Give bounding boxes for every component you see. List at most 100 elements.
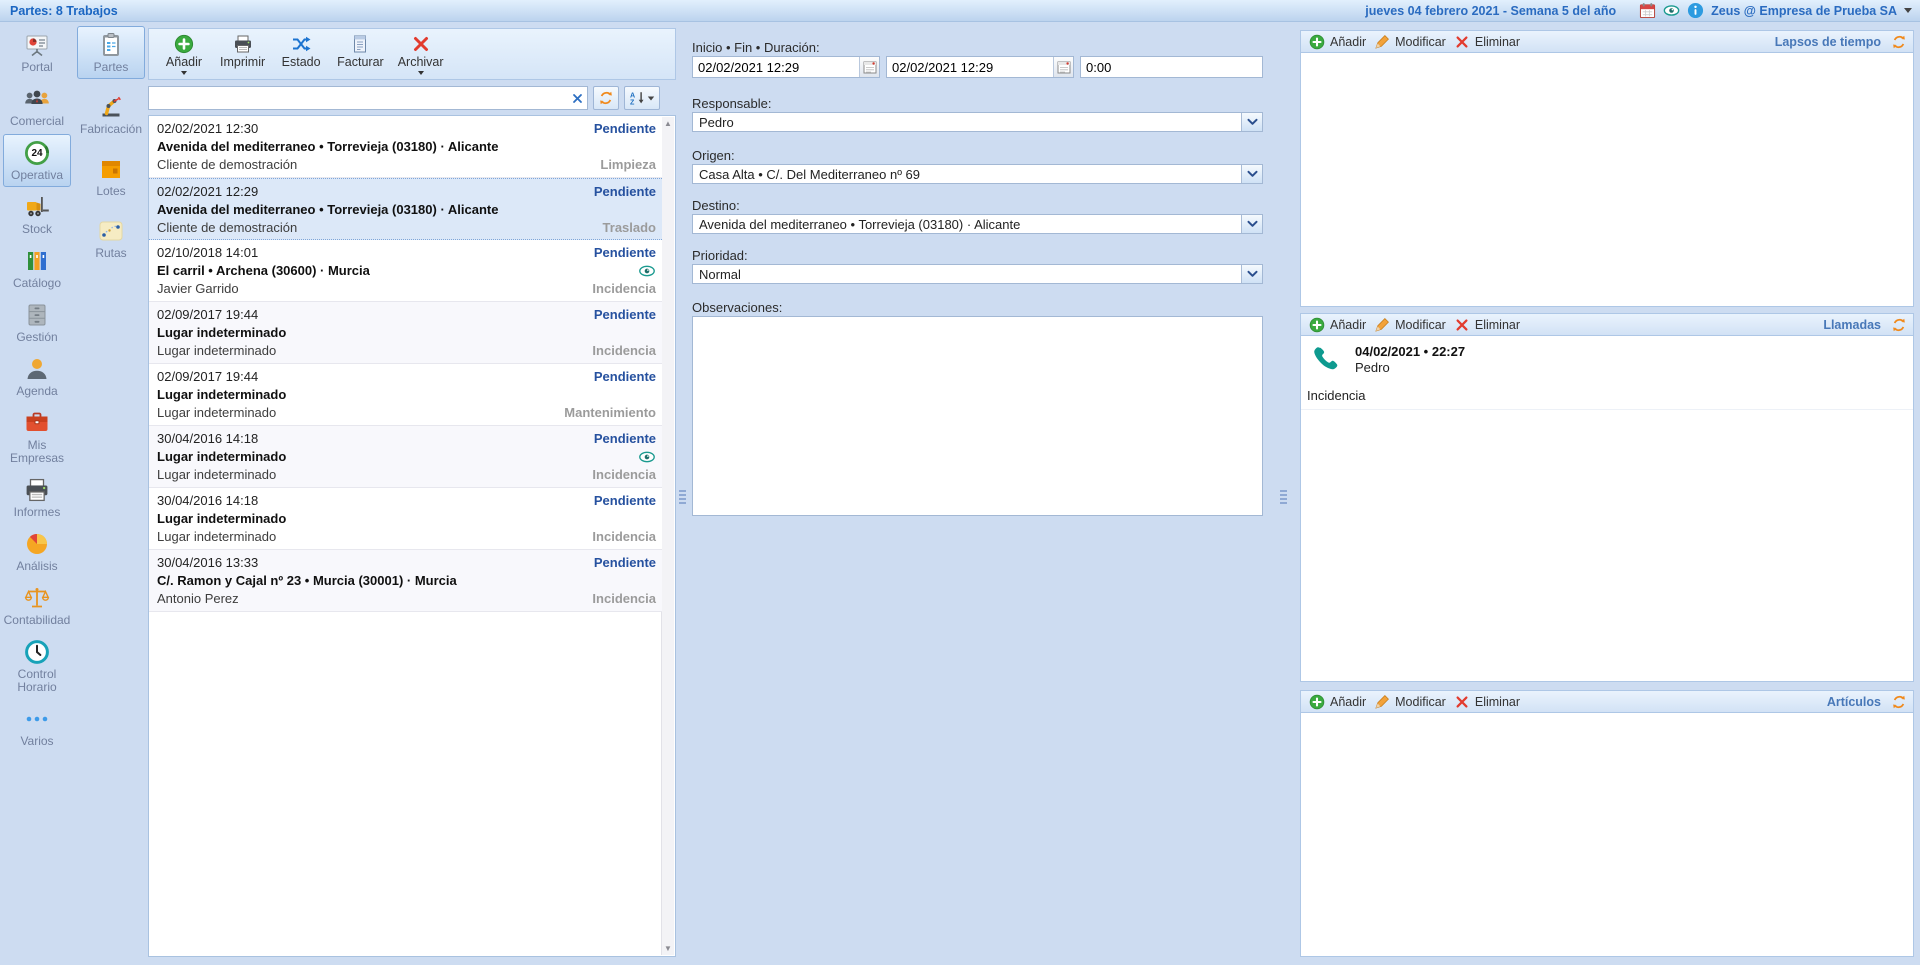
work-list-row[interactable]: 02/02/2021 12:29 Pendiente Avenida del m… <box>149 178 662 240</box>
calendar-picker-icon[interactable] <box>1053 57 1073 77</box>
module-item[interactable]: Rutas <box>77 212 145 265</box>
articulos-panel-body <box>1300 713 1914 957</box>
chevron-down-icon[interactable] <box>1241 113 1262 131</box>
sidebar-item[interactable]: Catálogo <box>3 242 71 295</box>
panel-action-button[interactable]: Añadir <box>1307 694 1372 710</box>
panel-action-button[interactable]: Modificar <box>1372 694 1452 710</box>
toolbar-button[interactable]: Imprimir <box>213 33 272 70</box>
panel-action-button[interactable]: Eliminar <box>1452 694 1526 710</box>
clear-search-icon[interactable] <box>569 90 585 106</box>
duracion-input[interactable] <box>1081 60 1262 75</box>
phone-icon <box>1311 344 1341 374</box>
work-list-row[interactable]: 30/04/2016 14:18 Pendiente Lugar indeter… <box>149 488 662 550</box>
panel-action-icon <box>1309 694 1325 710</box>
row-datetime: 30/04/2016 13:33 <box>157 554 258 572</box>
module-item[interactable]: Fabricación <box>77 88 145 141</box>
panel-action-button[interactable]: Añadir <box>1307 317 1372 333</box>
lapsos-panel: Añadir Modificar Eliminar Lapsos de tiem… <box>1300 30 1914 307</box>
fin-input[interactable] <box>887 60 1053 75</box>
sidebar-item[interactable]: Portal <box>3 26 71 79</box>
row-category: Incidencia <box>592 590 656 608</box>
inicio-input[interactable] <box>693 60 859 75</box>
sidebar-item[interactable]: 24 Operativa <box>3 134 71 187</box>
scroll-up-icon[interactable]: ▲ <box>664 117 672 130</box>
calendar-picker-icon[interactable] <box>859 57 879 77</box>
sort-button[interactable]: AZ <box>624 86 660 110</box>
user-menu[interactable]: Zeus @ Empresa de Prueba SA <box>1711 4 1897 18</box>
sidebar-item-icon <box>24 194 50 220</box>
observaciones-textarea[interactable] <box>692 316 1263 516</box>
list-scrollbar[interactable]: ▲ ▼ <box>661 117 674 955</box>
refresh-icon[interactable] <box>1891 694 1907 710</box>
panel-action-button[interactable]: Añadir <box>1307 34 1372 50</box>
work-list-row[interactable]: 30/04/2016 13:33 Pendiente C/. Ramon y C… <box>149 550 662 612</box>
responsable-value: Pedro <box>693 115 1241 130</box>
app-window: Partes: 8 Trabajos jueves 04 febrero 202… <box>0 0 1920 965</box>
sidebar-item[interactable]: Comercial <box>3 80 71 133</box>
fin-field[interactable] <box>886 56 1074 78</box>
splitter-list-form[interactable] <box>677 484 687 510</box>
sidebar-item-label: Control Horario <box>5 668 69 694</box>
splitter-form-panels[interactable] <box>1278 484 1288 510</box>
module-item[interactable]: Partes <box>77 26 145 79</box>
prioridad-select[interactable]: Normal <box>692 264 1263 284</box>
panel-action-icon <box>1374 317 1390 333</box>
sidebar-item-icon <box>24 477 50 503</box>
sidebar-item[interactable]: Varios <box>3 700 71 753</box>
refresh-icon[interactable] <box>1891 34 1907 50</box>
scroll-down-icon[interactable]: ▼ <box>664 942 672 955</box>
toolbar-button[interactable]: Archivar <box>391 33 451 76</box>
panel-action-button[interactable]: Modificar <box>1372 317 1452 333</box>
call-entry[interactable]: 04/02/2021 • 22:27 Pedro Incidencia <box>1301 336 1913 410</box>
chevron-down-icon[interactable] <box>1241 265 1262 283</box>
origen-select[interactable]: Casa Alta • C/. Del Mediterraneo nº 69 <box>692 164 1263 184</box>
info-icon[interactable] <box>1687 2 1704 19</box>
panel-action-icon <box>1454 317 1470 333</box>
chevron-down-icon[interactable] <box>1904 8 1912 13</box>
row-status: Pendiente <box>594 554 656 572</box>
eye-icon[interactable] <box>638 451 656 463</box>
calendar-icon[interactable] <box>1639 2 1656 19</box>
work-list-row[interactable]: 02/09/2017 19:44 Pendiente Lugar indeter… <box>149 302 662 364</box>
toolbar-button[interactable]: Facturar <box>330 33 391 70</box>
refresh-button[interactable] <box>593 86 619 110</box>
eye-icon[interactable] <box>638 265 656 277</box>
duracion-field[interactable] <box>1080 56 1263 78</box>
sidebar-item[interactable]: Stock <box>3 188 71 241</box>
sidebar-item[interactable]: Contabilidad <box>3 579 71 632</box>
sidebar-item[interactable]: Informes <box>3 471 71 524</box>
work-list-row[interactable]: 02/10/2018 14:01 Pendiente El carril • A… <box>149 240 662 302</box>
work-list-row[interactable]: 02/02/2021 12:30 Pendiente Avenida del m… <box>149 116 662 178</box>
destino-select[interactable]: Avenida del mediterraneo • Torrevieja (0… <box>692 214 1263 234</box>
sidebar-item[interactable]: Gestión <box>3 296 71 349</box>
sidebar-item[interactable]: Control Horario <box>3 633 71 699</box>
toolbar-button[interactable]: Añadir <box>155 33 213 76</box>
sidebar-item[interactable]: Análisis <box>3 525 71 578</box>
panel-action-button[interactable]: Eliminar <box>1452 34 1526 50</box>
row-client: Lugar indeterminado <box>157 466 276 484</box>
eye-icon[interactable] <box>1663 2 1680 19</box>
toolbar-button[interactable]: Estado <box>272 33 330 70</box>
panel-action-button[interactable]: Eliminar <box>1452 317 1526 333</box>
row-category: Incidencia <box>592 280 656 298</box>
chevron-down-icon[interactable] <box>1241 215 1262 233</box>
row-client: Lugar indeterminado <box>157 528 276 546</box>
responsable-select[interactable]: Pedro <box>692 112 1263 132</box>
refresh-icon[interactable] <box>1891 317 1907 333</box>
panel-action-label: Eliminar <box>1475 695 1520 709</box>
search-input[interactable] <box>148 86 588 110</box>
panel-title: Artículos <box>1827 695 1881 709</box>
module-item[interactable]: Lotes <box>77 150 145 203</box>
sidebar-item[interactable]: Agenda <box>3 350 71 403</box>
panel-action-button[interactable]: Modificar <box>1372 34 1452 50</box>
sidebar-item[interactable]: Mis Empresas <box>3 404 71 470</box>
chevron-down-icon[interactable] <box>1241 165 1262 183</box>
top-bar: Partes: 8 Trabajos jueves 04 febrero 202… <box>0 0 1920 22</box>
sidebar-item-icon <box>24 86 50 112</box>
work-list-row[interactable]: 30/04/2016 14:18 Pendiente Lugar indeter… <box>149 426 662 488</box>
panel-title: Llamadas <box>1823 318 1881 332</box>
work-list-row[interactable]: 02/09/2017 19:44 Pendiente Lugar indeter… <box>149 364 662 426</box>
inicio-field[interactable] <box>692 56 880 78</box>
row-datetime: 02/09/2017 19:44 <box>157 306 258 324</box>
prioridad-label: Prioridad: <box>692 248 748 263</box>
